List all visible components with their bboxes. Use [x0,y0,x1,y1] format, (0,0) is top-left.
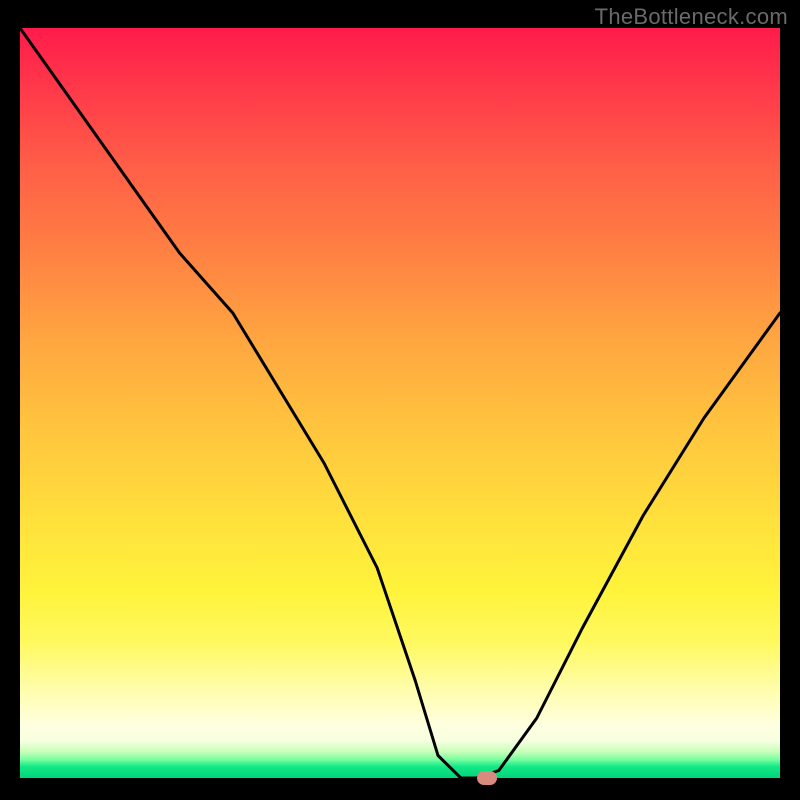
watermark-text: TheBottleneck.com [595,4,788,30]
bottleneck-curve [20,28,780,778]
chart-container: TheBottleneck.com [0,0,800,800]
plot-area [20,28,780,778]
optimum-marker [477,771,497,785]
